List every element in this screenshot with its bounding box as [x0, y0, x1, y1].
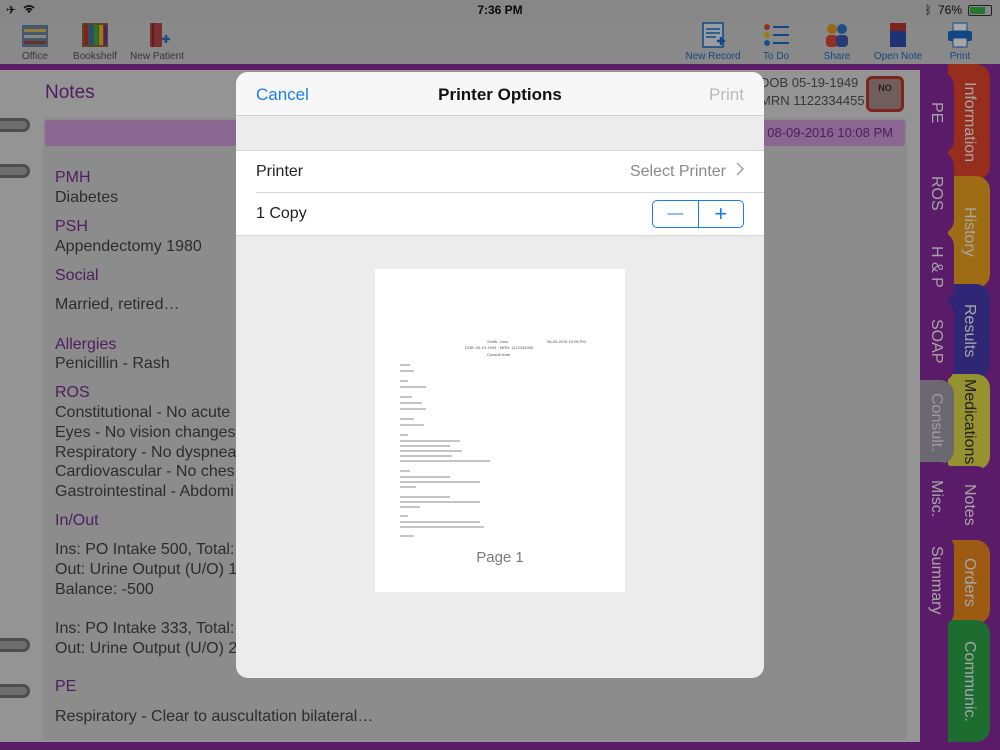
- preview-line: [400, 386, 426, 388]
- decrement-button[interactable]: —: [653, 201, 698, 227]
- chevron-right-icon: [736, 162, 745, 181]
- copies-label: 1 Copy: [256, 205, 307, 222]
- preview-line: [400, 501, 480, 503]
- printer-row[interactable]: Printer Select Printer: [236, 151, 764, 193]
- modal-nav-bar: Cancel Printer Options Print: [236, 72, 764, 116]
- preview-line: [400, 486, 416, 488]
- print-confirm-button[interactable]: Print: [709, 85, 744, 105]
- preview-line: [400, 424, 424, 426]
- preview-line: [400, 408, 426, 410]
- preview-line: [400, 455, 452, 457]
- preview-line: [400, 380, 408, 382]
- preview-line: [400, 515, 408, 517]
- preview-line: [400, 535, 414, 537]
- preview-line: [400, 370, 414, 372]
- preview-line: [400, 470, 410, 472]
- preview-line: [400, 526, 484, 528]
- preview-line: [400, 396, 412, 398]
- copies-row: 1 Copy — +: [236, 193, 764, 235]
- preview-line: [400, 506, 420, 508]
- preview-line: [400, 496, 450, 498]
- preview-line: [400, 521, 480, 523]
- modal-title: Printer Options: [438, 85, 562, 104]
- page-preview[interactable]: Smith, John 08-09-2016 10:08 PM DOB: 05-…: [375, 269, 625, 592]
- preview-line: [400, 481, 480, 483]
- preview-date: 08-09-2016 10:08 PM: [547, 339, 586, 344]
- preview-line: [400, 445, 450, 447]
- preview-doc-title: Consult Note: [487, 352, 511, 357]
- divider: [236, 235, 764, 236]
- preview-meta: DOB: 05-19-1949 · MRN: 1122334455: [465, 345, 534, 350]
- preview-line: [400, 418, 414, 420]
- printer-value: Select Printer: [629, 163, 726, 180]
- preview-line: [400, 460, 490, 462]
- preview-line: [400, 440, 460, 442]
- preview-line: [400, 450, 462, 452]
- preview-line: [400, 364, 410, 366]
- printer-label: Printer: [256, 163, 304, 180]
- printer-options-modal: Cancel Printer Options Print Printer Sel…: [236, 72, 764, 678]
- copies-stepper[interactable]: — +: [652, 200, 744, 228]
- page-number-label: Page 1: [476, 549, 524, 566]
- increment-button[interactable]: +: [697, 201, 744, 227]
- preview-line: [400, 476, 450, 478]
- preview-patient-name: Smith, John: [487, 339, 509, 344]
- preview-line: [400, 434, 408, 436]
- preview-line: [400, 402, 422, 404]
